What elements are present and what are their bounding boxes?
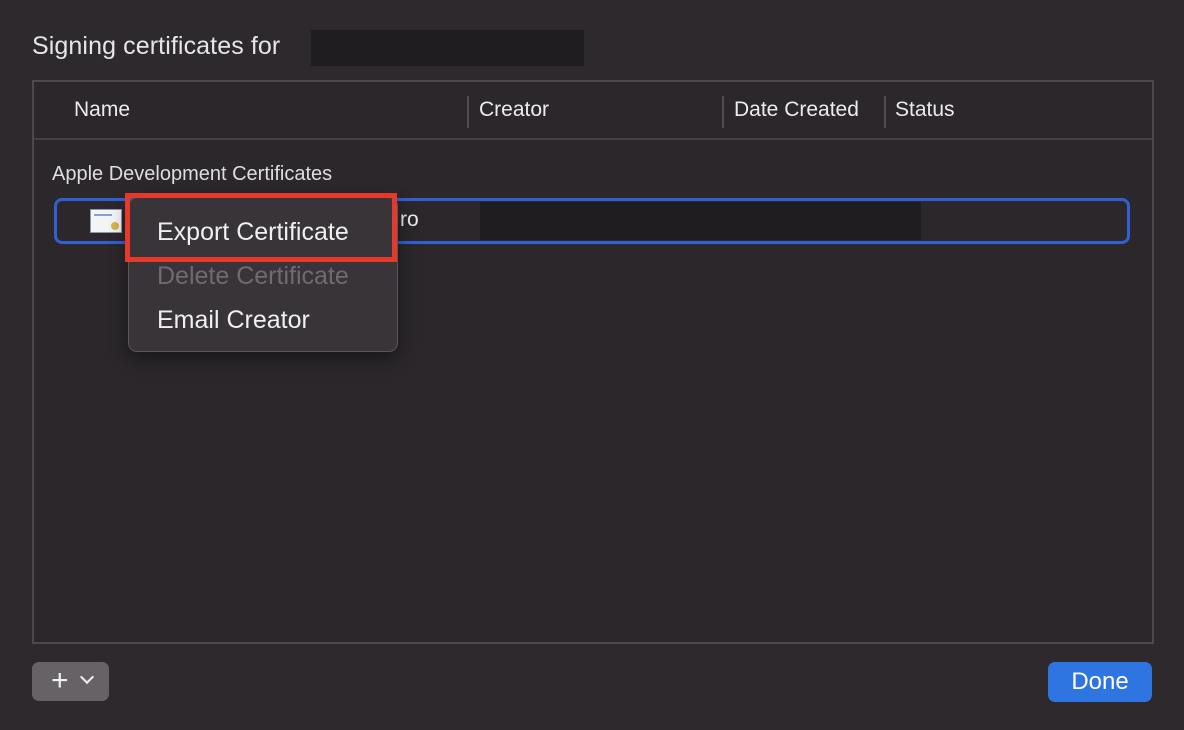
add-certificate-button[interactable]: + xyxy=(32,662,109,701)
table-header: Name Creator Date Created Status xyxy=(34,82,1152,140)
redacted-certificate-details xyxy=(480,202,921,240)
certificate-name: ro xyxy=(400,208,419,231)
column-header-date-created[interactable]: Date Created xyxy=(734,98,859,122)
certificates-table: Name Creator Date Created Status Apple D… xyxy=(32,80,1154,644)
column-header-name[interactable]: Name xyxy=(74,98,130,122)
menu-item-delete-certificate: Delete Certificate xyxy=(157,262,349,290)
column-separator xyxy=(884,96,886,128)
column-header-status[interactable]: Status xyxy=(895,98,955,122)
redacted-account-name xyxy=(311,30,584,66)
done-button[interactable]: Done xyxy=(1048,662,1152,702)
menu-item-email-creator[interactable]: Email Creator xyxy=(157,306,310,335)
column-separator xyxy=(722,96,724,128)
section-label: Apple Development Certificates xyxy=(52,163,333,185)
certificate-icon xyxy=(90,209,122,233)
chevron-down-icon xyxy=(79,669,95,685)
column-header-creator[interactable]: Creator xyxy=(479,98,549,122)
column-separator xyxy=(467,96,469,128)
plus-icon: + xyxy=(51,664,69,697)
dialog-title: Signing certificates for xyxy=(32,32,281,60)
annotation-highlight-box xyxy=(125,193,397,262)
